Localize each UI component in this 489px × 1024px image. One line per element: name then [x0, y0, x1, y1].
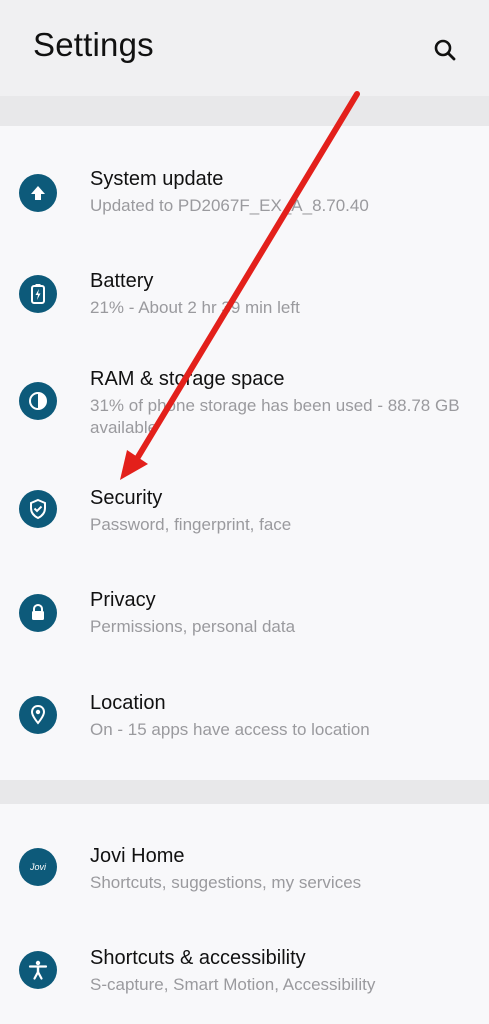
section-divider: [0, 96, 489, 126]
battery-icon: [19, 275, 57, 313]
jovi-icon: Jovi: [19, 848, 57, 886]
item-label: Security: [90, 487, 163, 509]
shield-icon: [19, 490, 57, 528]
item-label: Shortcuts & accessibility: [90, 947, 306, 969]
item-subtitle: 31% of phone storage has been used - 88.…: [90, 396, 460, 437]
accessibility-icon: [19, 951, 57, 989]
settings-item-location[interactable]: Location On - 15 apps have access to loc…: [0, 672, 489, 768]
location-pin-icon: [19, 696, 57, 734]
item-subtitle: Shortcuts, suggestions, my services: [90, 873, 362, 892]
settings-item-ram-storage[interactable]: RAM & storage space 31% of phone storage…: [0, 358, 489, 468]
item-subtitle: Password, fingerprint, face: [90, 515, 292, 534]
jovi-icon-text: Jovi: [29, 862, 46, 872]
item-subtitle: Updated to PD2067F_EX_A_8.70.40: [90, 196, 369, 215]
arrow-up-icon: [19, 174, 57, 212]
search-button[interactable]: [428, 33, 462, 67]
item-label: Location: [90, 692, 166, 714]
item-label: Privacy: [90, 589, 156, 611]
lock-icon: [19, 594, 57, 632]
item-subtitle: 21% - About 2 hr 39 min left: [90, 298, 300, 317]
item-label: Jovi Home: [90, 845, 185, 867]
settings-item-privacy[interactable]: Privacy Permissions, personal data: [0, 570, 489, 666]
settings-item-battery[interactable]: Battery 21% - About 2 hr 39 min left: [0, 248, 489, 344]
app-header: Settings: [0, 0, 489, 96]
storage-pie-icon: [19, 382, 57, 420]
item-subtitle: On - 15 apps have access to location: [90, 720, 370, 739]
page-title: Settings: [33, 26, 154, 63]
item-label: System update: [90, 168, 224, 190]
item-subtitle: S-capture, Smart Motion, Accessibility: [90, 975, 376, 994]
item-subtitle: Permissions, personal data: [90, 617, 296, 636]
search-icon: [434, 39, 456, 61]
section-divider: [0, 780, 489, 804]
settings-item-security[interactable]: Security Password, fingerprint, face: [0, 466, 489, 562]
settings-group-2: Jovi Jovi Home Shortcuts, suggestions, m…: [0, 804, 489, 1024]
settings-item-system-update[interactable]: System update Updated to PD2067F_EX_A_8.…: [0, 146, 489, 242]
settings-group-1: System update Updated to PD2067F_EX_A_8.…: [0, 126, 489, 780]
settings-item-jovi-home[interactable]: Jovi Jovi Home Shortcuts, suggestions, m…: [0, 822, 489, 918]
item-label: Battery: [90, 270, 154, 292]
settings-item-shortcuts-accessibility[interactable]: Shortcuts & accessibility S-capture, Sma…: [0, 926, 489, 1022]
item-label: RAM & storage space: [90, 368, 285, 390]
